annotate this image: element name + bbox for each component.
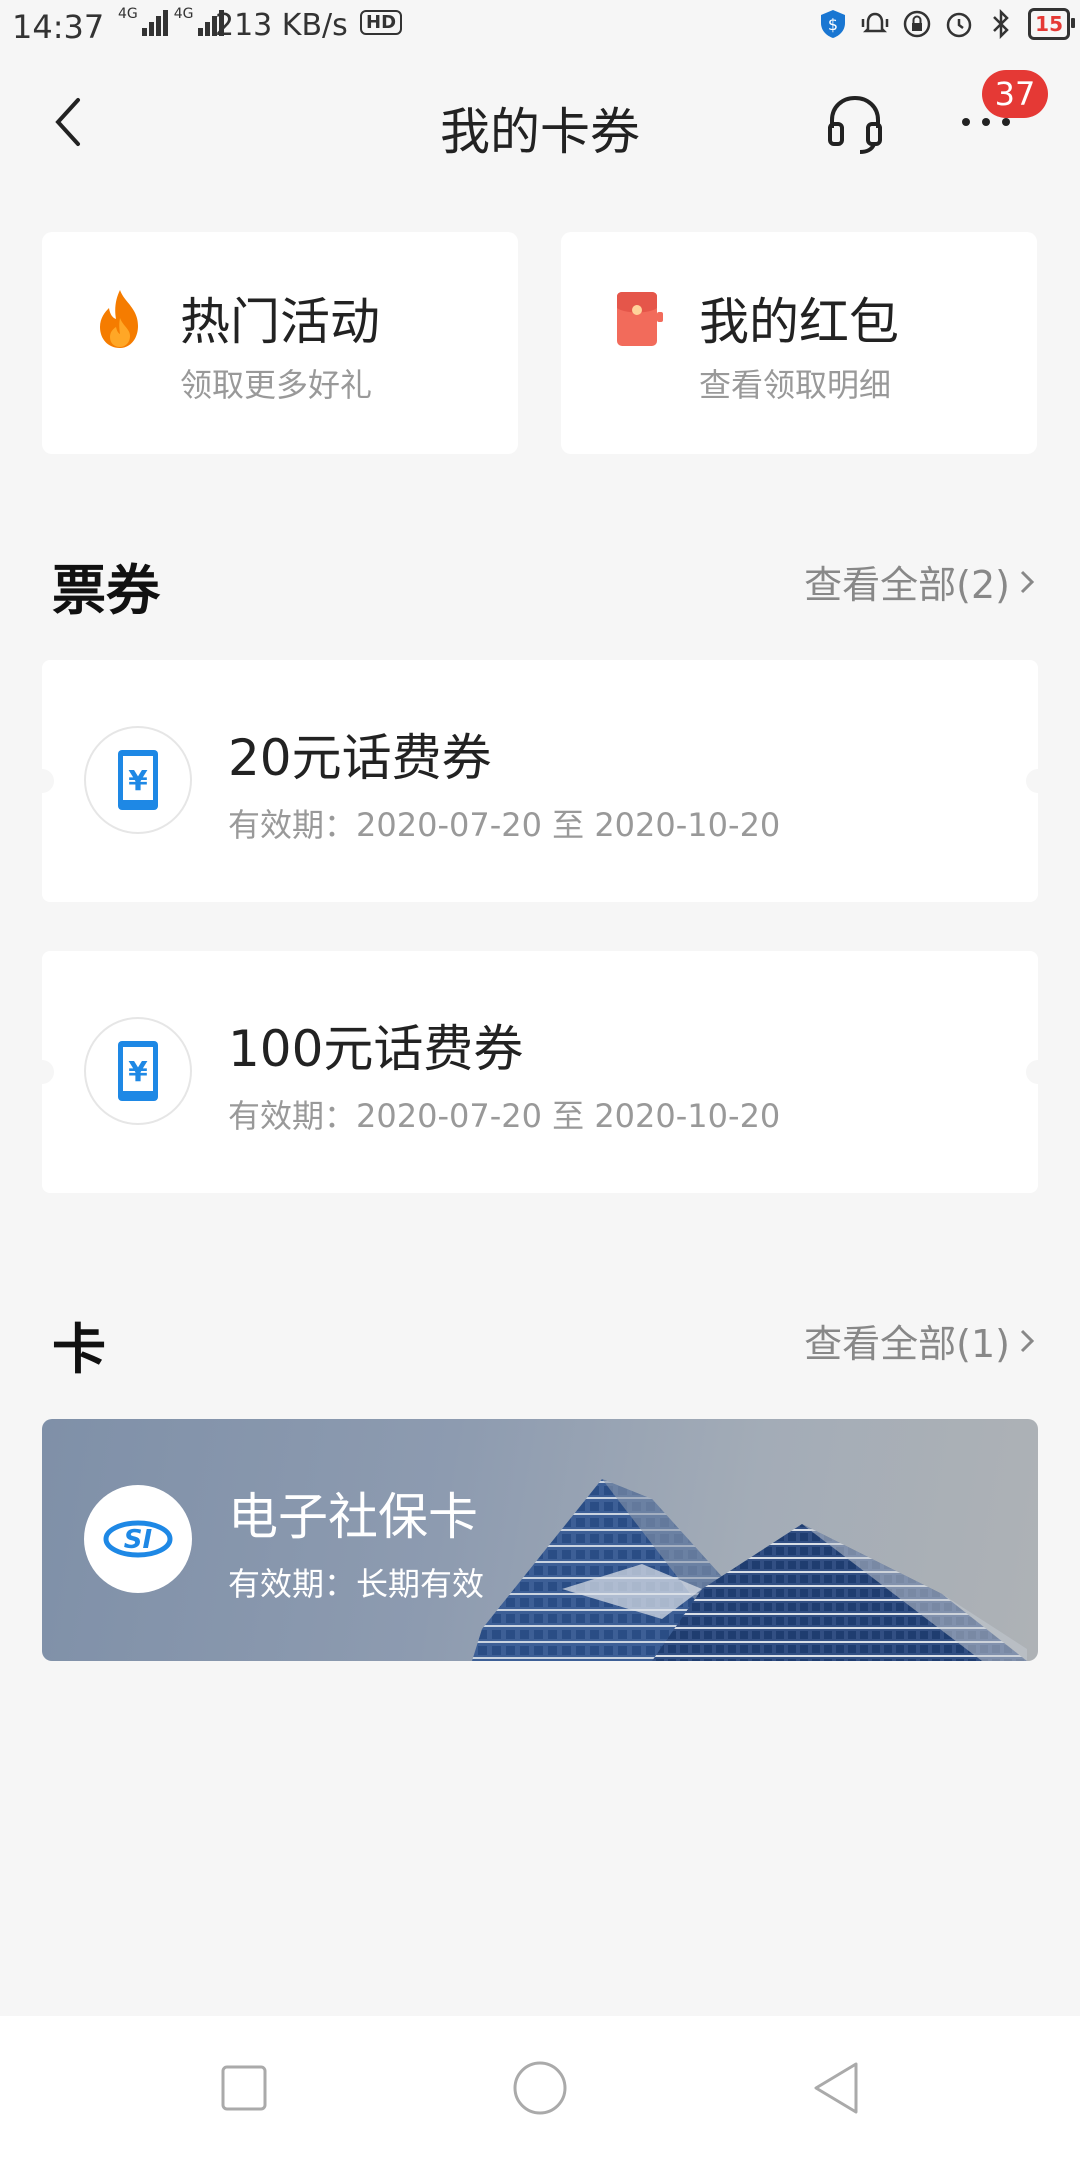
coupon-notch-right (1026, 1060, 1038, 1084)
network-speed: 213 KB/s (215, 8, 348, 43)
svg-text:¥: ¥ (128, 764, 148, 797)
page-title: 我的卡券 (440, 103, 640, 161)
status-right-icons: $ 15 (818, 8, 1075, 40)
back-nav-button[interactable] (804, 2056, 868, 2120)
cards-view-all-label: 查看全部(1) (804, 1322, 1010, 1366)
notification-badge: 37 (982, 70, 1048, 118)
app-header: 我的卡券 37 (0, 54, 1080, 190)
circle-icon (513, 2061, 567, 2115)
red-packet-card[interactable]: 我的红包 查看领取明细 (561, 232, 1037, 454)
signal-indicators: 4G 4G (118, 6, 224, 36)
hot-activity-subtitle: 领取更多好礼 (180, 366, 373, 404)
lock-rotation-icon (902, 9, 932, 39)
square-icon (221, 2065, 267, 2111)
hot-activity-title: 热门活动 (180, 293, 380, 351)
hot-activity-card[interactable]: 热门活动 领取更多好礼 (42, 232, 518, 454)
signal-1-icon: 4G (118, 6, 168, 36)
card-validity: 有效期：长期有效 (228, 1565, 485, 1603)
red-packet-icon (617, 292, 663, 346)
customer-service-button[interactable] (822, 90, 888, 156)
status-time: 14:37 (12, 8, 105, 46)
chevron-right-icon (1020, 570, 1035, 593)
alarm-icon (944, 9, 974, 39)
status-bar: 14:37 4G 4G 213 KB/s HD $ 15 (0, 0, 1080, 54)
coupon-notch-left (42, 1060, 54, 1084)
recents-button[interactable] (212, 2056, 276, 2120)
phone-yuan-icon: ¥ (84, 1017, 192, 1125)
vibrate-icon (860, 9, 890, 39)
red-packet-subtitle: 查看领取明细 (699, 366, 892, 404)
coupon-validity: 有效期：2020-07-20 至 2020-10-20 (228, 1097, 781, 1135)
coupons-view-all-label: 查看全部(2) (804, 563, 1010, 607)
bluetooth-icon (986, 9, 1016, 39)
phone-yuan-icon: ¥ (84, 726, 192, 834)
shield-icon: $ (818, 9, 848, 39)
battery-icon: 15 (1028, 8, 1075, 40)
more-icon (962, 118, 1010, 126)
coupon-title: 20元话费券 (228, 729, 492, 787)
coupon-notch-left (42, 769, 54, 793)
headset-icon (828, 95, 882, 154)
svg-text:¥: ¥ (128, 1055, 148, 1088)
coupon-title: 100元话费券 (228, 1020, 524, 1078)
triangle-back-icon (814, 2062, 858, 2114)
svg-text:$: $ (828, 15, 838, 34)
fire-icon (100, 290, 138, 348)
coupon-notch-right (1026, 769, 1038, 793)
coupons-section-title: 票券 (52, 559, 160, 622)
cards-view-all-link[interactable]: 查看全部(1) (804, 1313, 1036, 1368)
social-security-logo: SI (84, 1485, 192, 1593)
home-button[interactable] (508, 2056, 572, 2120)
social-security-card[interactable]: SI 电子社保卡 有效期：长期有效 (42, 1419, 1038, 1661)
system-nav-bar (0, 2016, 1080, 2160)
svg-text:SI: SI (124, 1525, 153, 1555)
cards-section-title: 卡 (52, 1318, 106, 1381)
red-packet-title: 我的红包 (699, 293, 899, 351)
coupon-card[interactable]: ¥ 100元话费券 有效期：2020-07-20 至 2020-10-20 (42, 951, 1038, 1193)
chevron-right-icon (1020, 1329, 1035, 1352)
card-title: 电子社保卡 (228, 1488, 478, 1546)
hd-icon: HD (360, 10, 403, 35)
coupon-card[interactable]: ¥ 20元话费券 有效期：2020-07-20 至 2020-10-20 (42, 660, 1038, 902)
coupons-view-all-link[interactable]: 查看全部(2) (804, 554, 1036, 609)
coupon-validity: 有效期：2020-07-20 至 2020-10-20 (228, 806, 781, 844)
